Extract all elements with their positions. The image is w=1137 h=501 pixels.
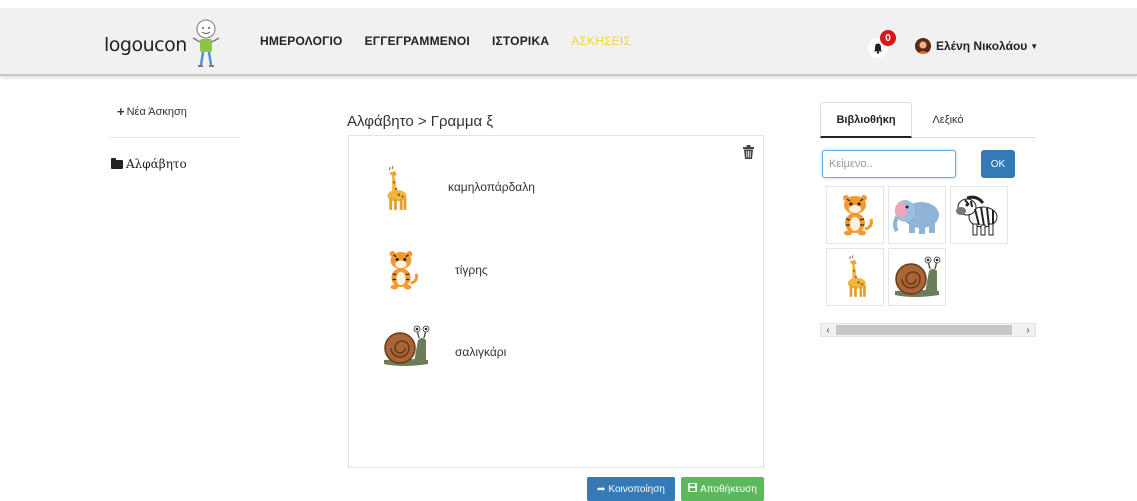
library-image-snail[interactable] — [888, 248, 946, 306]
folder-icon — [111, 157, 123, 169]
elephant-icon — [891, 195, 943, 235]
library-image-elephant[interactable] — [888, 186, 946, 244]
kid-mascot-icon — [192, 19, 220, 67]
brand-logo[interactable]: logoucon — [104, 16, 221, 72]
share-icon: ➦ — [597, 483, 606, 495]
tiger-icon — [835, 192, 875, 238]
save-button[interactable]: Αποθήκευση — [681, 477, 764, 501]
library-image-zebra[interactable] — [950, 186, 1008, 244]
caret-down-icon: ▼ — [1030, 41, 1039, 51]
notification-count-badge: 0 — [880, 30, 896, 46]
scroll-right-icon[interactable]: › — [1021, 324, 1035, 336]
library-image-giraffe[interactable] — [826, 248, 884, 306]
sidebar-folder-alphabet[interactable]: Αλφάβητο — [111, 157, 187, 171]
nav-calendar[interactable]: ΗΜΕΡΟΛΟΓΙΟ — [260, 34, 343, 48]
plus-icon: + — [117, 104, 125, 119]
search-ok-button[interactable]: OK — [981, 150, 1015, 178]
tiger-image — [382, 246, 420, 294]
new-exercise-label: Νέα Άσκηση — [126, 105, 187, 118]
tab-dictionary[interactable]: Λεξικό — [926, 102, 970, 138]
trash-icon[interactable] — [743, 145, 754, 159]
new-exercise-link[interactable]: + Νέα Άσκηση — [117, 104, 187, 119]
folder-label: Αλφάβητο — [126, 157, 187, 171]
item-label-tiger: τίγρης — [455, 263, 488, 277]
item-label-snail: σαλιγκάρι — [455, 345, 507, 359]
sidebar-divider — [110, 137, 240, 138]
scroll-left-icon[interactable]: ‹ — [821, 324, 835, 336]
user-name: Ελένη Νικολάου — [936, 39, 1028, 53]
share-button[interactable]: ➦ Κοινοποίηση — [587, 477, 675, 501]
main-nav: ΗΜΕΡΟΛΟΓΙΟ ΕΓΓΕΓΡΑΜΜΕΝΟΙ ΙΣΤΟΡΙΚΑ ΑΣΚΗΣΕ… — [260, 8, 653, 74]
brand-name: logoucon — [104, 34, 187, 56]
snail-image — [380, 322, 432, 370]
tab-library[interactable]: Βιβλιοθήκη — [820, 102, 912, 138]
nav-history[interactable]: ΙΣΤΟΡΙΚΑ — [492, 34, 549, 48]
floppy-disk-icon — [688, 483, 698, 495]
breadcrumb: Αλφάβητο > Γραμμα ξ — [347, 113, 494, 130]
library-image-tiger[interactable] — [826, 186, 884, 244]
library-search-input[interactable] — [822, 150, 956, 178]
library-tabs: Βιβλιοθήκη Λεξικό — [820, 102, 1036, 138]
top-navbar: logoucon ΗΜΕΡΟΛΟΓΙΟ ΕΓΓΕΓΡΑΜΜΕΝΟΙ ΙΣΤΟΡΙ… — [0, 8, 1137, 76]
snail-icon — [891, 255, 943, 299]
zebra-icon — [953, 193, 1005, 237]
library-scrollbar[interactable]: ‹ › — [820, 323, 1036, 337]
scrollbar-thumb[interactable] — [836, 325, 1012, 335]
item-label-giraffe: καμηλοπάρδαλη — [448, 180, 535, 194]
nav-registered[interactable]: ΕΓΓΕΓΡΑΜΜΕΝΟΙ — [365, 34, 470, 48]
save-label: Αποθήκευση — [700, 483, 757, 495]
nav-exercises[interactable]: ΑΣΚΗΣΕΙΣ — [571, 34, 631, 48]
giraffe-image — [376, 164, 414, 214]
user-menu[interactable]: Ελένη Νικολάου ▼ — [915, 38, 1038, 54]
notifications-button[interactable]: 0 — [868, 30, 898, 60]
share-label: Κοινοποίηση — [608, 483, 665, 495]
giraffe-icon — [837, 252, 873, 302]
avatar — [915, 38, 931, 54]
